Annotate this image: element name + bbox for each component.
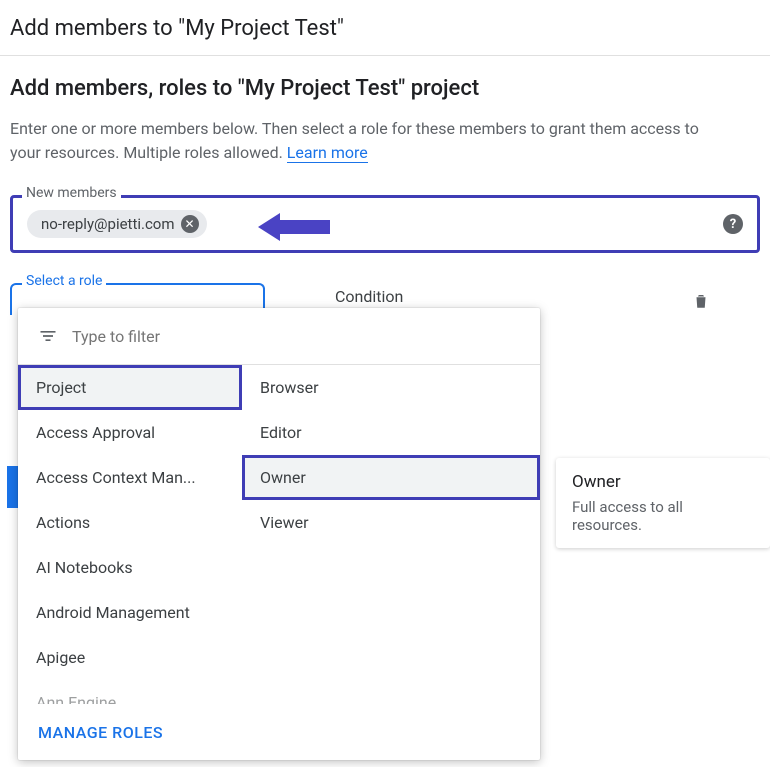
dialog-content: Add members, roles to "My Project Test" … <box>0 56 770 325</box>
new-members-input-box[interactable]: no-reply@pietti.com ✕ ? <box>10 195 760 253</box>
new-members-field: New members no-reply@pietti.com ✕ ? <box>10 195 760 253</box>
trash-icon <box>692 291 710 311</box>
delete-role-button[interactable] <box>692 291 710 315</box>
role-item-editor[interactable]: Editor <box>242 410 540 455</box>
role-dropdown-panel: Project Access Approval Access Context M… <box>18 308 540 760</box>
filter-icon <box>38 326 58 346</box>
role-select-label: Select a role <box>22 273 106 289</box>
condition-label: Condition <box>335 287 403 306</box>
member-chip-label: no-reply@pietti.com <box>41 215 175 233</box>
tooltip-body: Full access to all resources. <box>572 498 754 534</box>
help-icon[interactable]: ? <box>723 214 743 234</box>
section-description: Enter one or more members below. Then se… <box>10 117 710 165</box>
tooltip-title: Owner <box>572 472 754 492</box>
category-item[interactable]: Ann Engine <box>18 680 242 704</box>
category-item[interactable]: Actions <box>18 500 242 545</box>
role-list: Browser Editor Owner Viewer <box>242 365 540 704</box>
section-heading: Add members, roles to "My Project Test" … <box>10 76 760 101</box>
role-item-viewer[interactable]: Viewer <box>242 500 540 545</box>
category-item-project[interactable]: Project <box>18 365 242 410</box>
dialog-title: Add members to "My Project Test" <box>0 0 770 56</box>
manage-roles-button[interactable]: MANAGE ROLES <box>38 723 163 742</box>
dropdown-columns: Project Access Approval Access Context M… <box>18 365 540 704</box>
category-item[interactable]: Android Management <box>18 590 242 635</box>
category-item[interactable]: AI Notebooks <box>18 545 242 590</box>
category-item[interactable]: Access Approval <box>18 410 242 455</box>
remove-chip-icon[interactable]: ✕ <box>181 215 199 233</box>
filter-input[interactable] <box>72 327 520 346</box>
category-item[interactable]: Apigee <box>18 635 242 680</box>
category-list[interactable]: Project Access Approval Access Context M… <box>18 365 242 704</box>
role-tooltip: Owner Full access to all resources. <box>556 458 770 548</box>
learn-more-link[interactable]: Learn more <box>287 143 368 163</box>
role-item-browser[interactable]: Browser <box>242 365 540 410</box>
new-members-label: New members <box>22 185 121 201</box>
dropdown-footer: MANAGE ROLES <box>18 704 540 760</box>
filter-row <box>18 308 540 365</box>
role-item-owner[interactable]: Owner <box>242 455 540 500</box>
category-item[interactable]: Access Context Man... <box>18 455 242 500</box>
member-chip: no-reply@pietti.com ✕ <box>27 210 207 238</box>
